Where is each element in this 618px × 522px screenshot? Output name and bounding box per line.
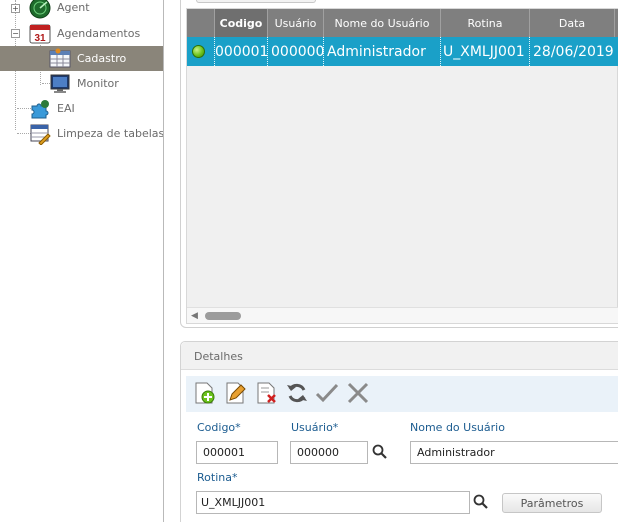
status-cell: [187, 37, 215, 66]
svg-text:31: 31: [34, 33, 46, 44]
nome-field[interactable]: [410, 441, 618, 464]
details-header: Detalhes: [181, 342, 618, 370]
app-root: + Agent − 31 Agendamentos Cadastro Monit…: [0, 0, 618, 522]
cell-rotina: U_XMLJJ001: [441, 37, 530, 66]
monitor-icon: [49, 73, 71, 95]
tree-item-monitor[interactable]: Monitor: [49, 71, 164, 96]
clean-table-icon: [29, 123, 51, 146]
column-header-data[interactable]: Data: [530, 9, 615, 37]
table-grid-icon: [49, 48, 71, 70]
column-header-rotina[interactable]: Rotina: [441, 9, 530, 37]
tree-item-agendamentos[interactable]: 31 Agendamentos: [29, 21, 164, 46]
tree-item-agent[interactable]: Agent: [29, 0, 164, 20]
delete-doc-icon[interactable]: [253, 380, 279, 406]
table-row[interactable]: 000001 000000 Administrador U_XMLJJ001 2…: [187, 37, 618, 66]
collapse-toggle[interactable]: −: [11, 29, 20, 38]
rotina-label: Rotina*: [197, 471, 238, 484]
tree-item-label: Monitor: [77, 77, 119, 90]
tree-item-limpeza[interactable]: Limpeza de tabelas: [29, 121, 164, 146]
parametros-button[interactable]: Parâmetros: [502, 493, 602, 513]
horizontal-scrollbar[interactable]: ◀: [187, 307, 618, 323]
cell-codigo: 000001: [215, 37, 268, 66]
usuario-field[interactable]: [290, 441, 368, 464]
column-header-status[interactable]: [187, 9, 215, 37]
cell-usuario: 000000: [268, 37, 324, 66]
column-header-codigo[interactable]: Codigo: [215, 9, 268, 37]
tree-item-cadastro[interactable]: Cadastro: [0, 46, 163, 71]
usuario-label: Usuário*: [291, 421, 339, 434]
cell-nome: Administrador: [324, 37, 441, 66]
tree-item-label: Agent: [57, 1, 90, 14]
tree-item-label: Cadastro: [77, 52, 127, 65]
add-doc-icon[interactable]: [191, 380, 217, 406]
tree-item-label: Limpeza de tabelas: [57, 127, 164, 140]
codigo-field[interactable]: [196, 441, 278, 464]
tree-item-label: EAI: [57, 102, 75, 115]
search-icon[interactable]: [473, 494, 489, 510]
rotina-field[interactable]: [196, 491, 470, 514]
column-header-nome[interactable]: Nome do Usuário: [324, 9, 441, 37]
cell-data: 28/06/2019: [533, 43, 614, 60]
calendar-31-icon: 31: [29, 23, 51, 45]
scroll-left-icon[interactable]: ◀: [191, 311, 198, 321]
edit-doc-icon[interactable]: [222, 380, 248, 406]
confirm-icon[interactable]: [314, 380, 340, 406]
cancel-icon[interactable]: [345, 380, 371, 406]
expand-toggle[interactable]: +: [11, 4, 20, 13]
nome-label: Nome do Usuário: [410, 421, 505, 434]
tree-item-eai[interactable]: EAI: [29, 96, 164, 121]
details-title: Detalhes: [194, 350, 243, 363]
refresh-icon[interactable]: [284, 380, 310, 406]
navigation-tree: + Agent − 31 Agendamentos Cadastro Monit…: [0, 0, 164, 522]
status-green-icon: [192, 45, 205, 58]
schedule-grid[interactable]: Codigo Usuário Nome do Usuário Rotina Da…: [186, 8, 618, 324]
radar-icon: [29, 0, 51, 19]
scroll-thumb[interactable]: [205, 312, 241, 320]
details-toolbar: [186, 376, 618, 412]
puzzle-icon: [29, 98, 51, 120]
tree-item-label: Agendamentos: [57, 27, 141, 40]
column-header-usuario[interactable]: Usuário: [268, 9, 324, 37]
search-icon[interactable]: [372, 444, 388, 460]
splitter[interactable]: [163, 0, 164, 522]
top-tab[interactable]: [196, 0, 316, 3]
codigo-label: Codigo*: [197, 421, 241, 434]
